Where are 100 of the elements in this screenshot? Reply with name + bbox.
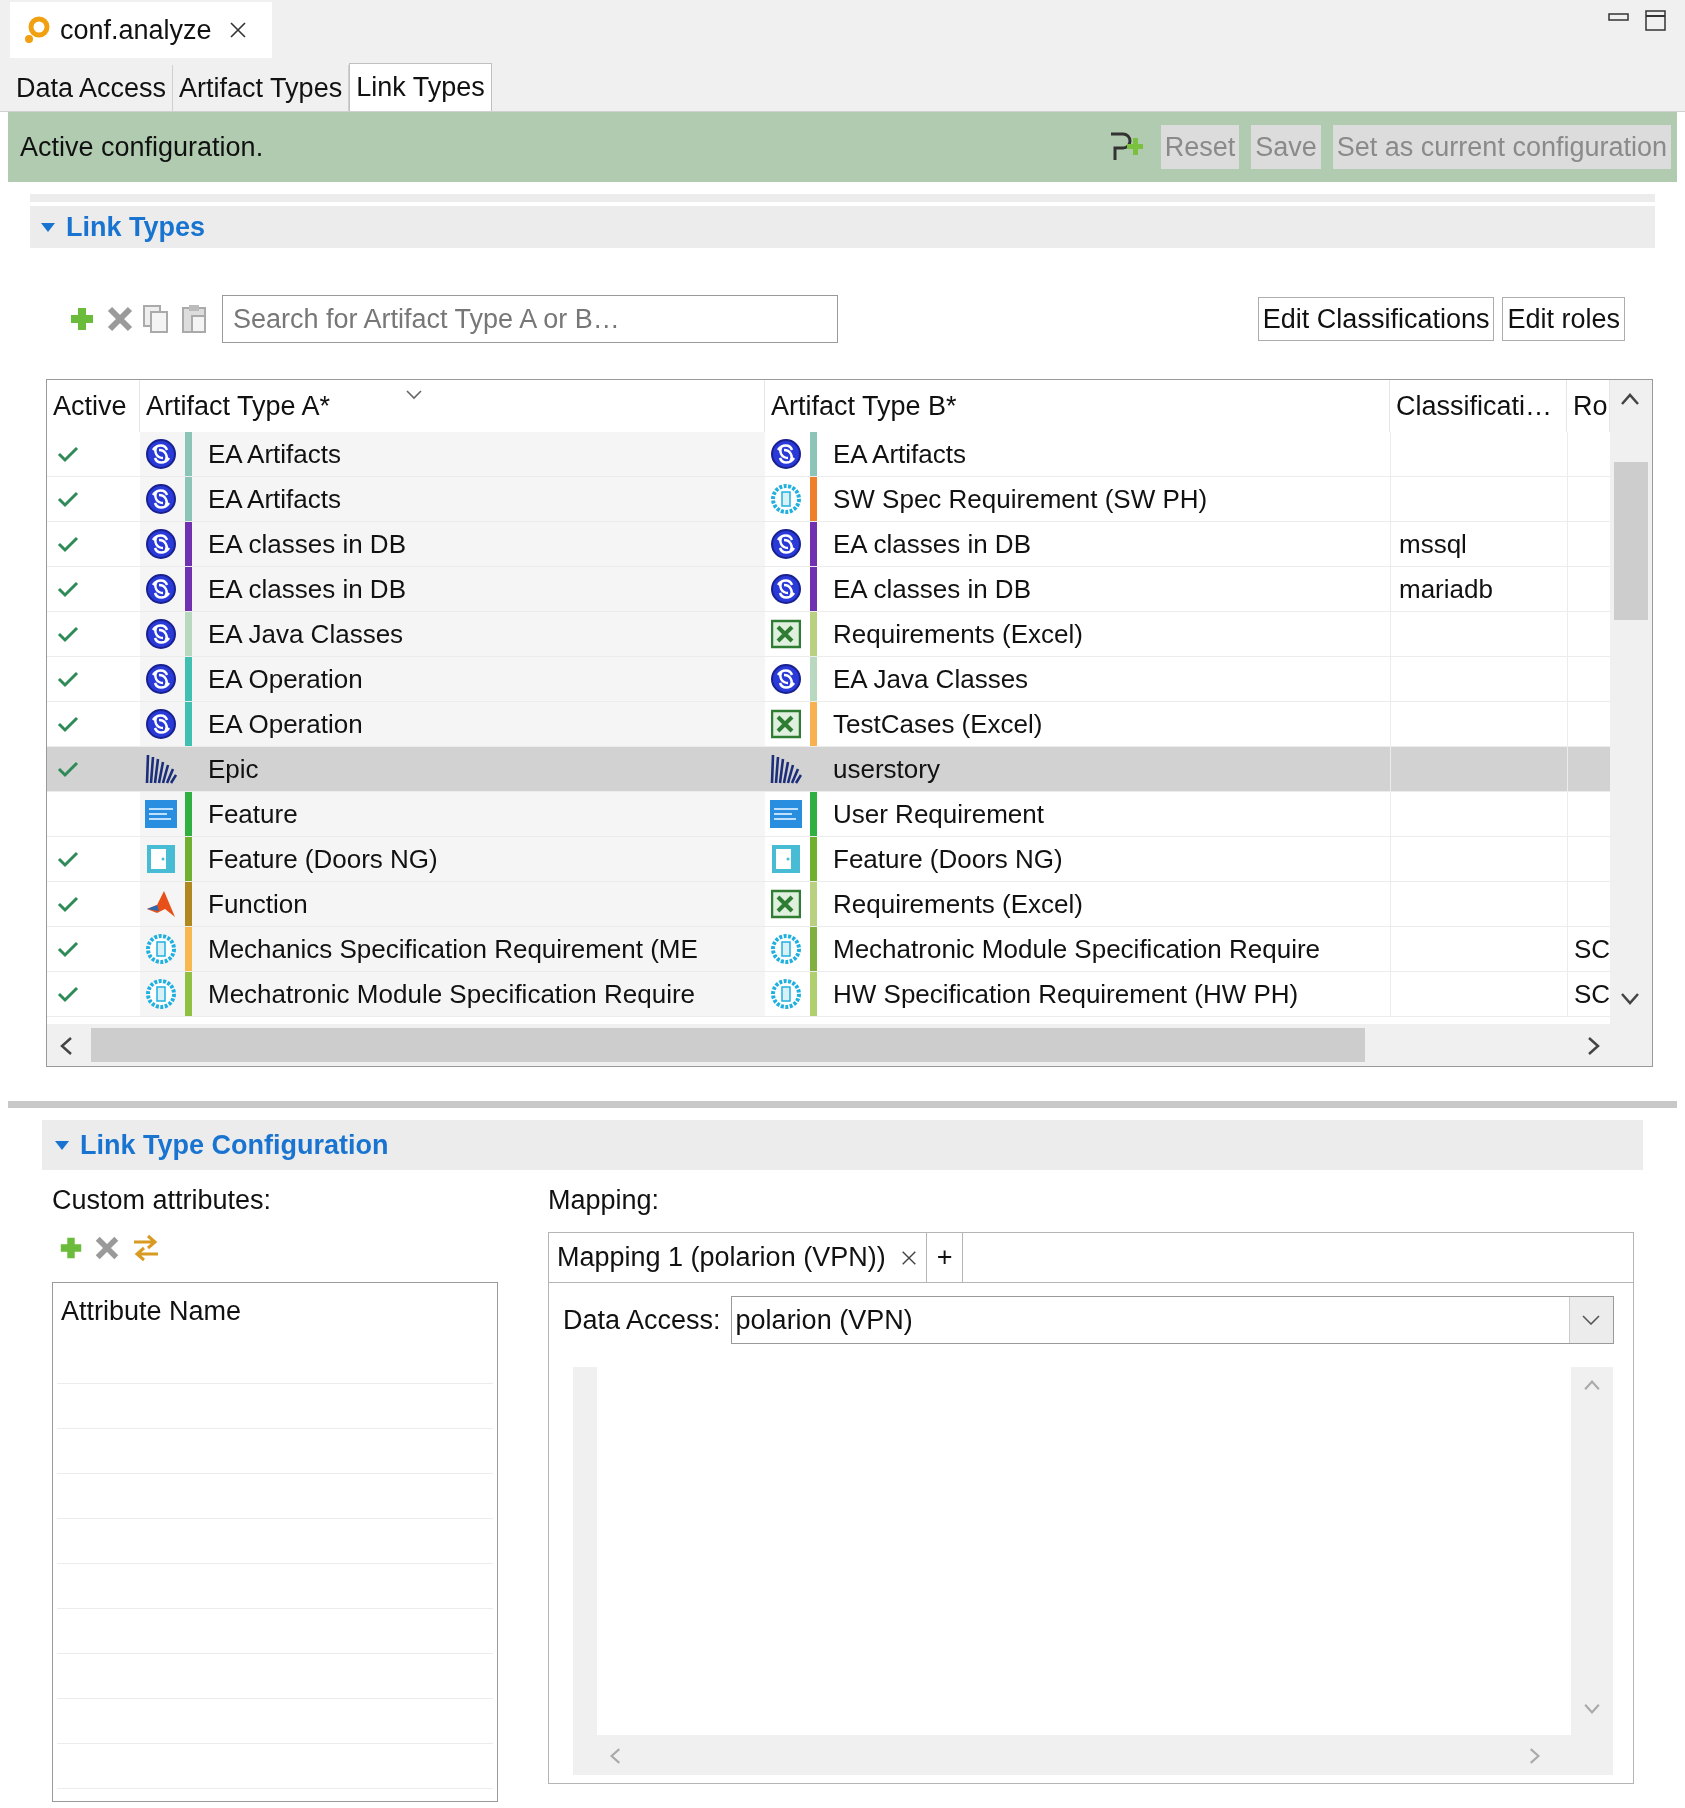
check-icon[interactable]	[57, 760, 79, 778]
check-icon[interactable]	[57, 580, 79, 598]
add-icon[interactable]	[68, 305, 96, 333]
copy-icon[interactable]	[142, 304, 170, 334]
collapse-icon[interactable]	[40, 221, 56, 233]
close-icon[interactable]	[227, 20, 248, 40]
table-row[interactable]: Feature (Doors NG) Feature (Doors NG)	[47, 837, 1610, 882]
table-cell-text: SC	[1574, 977, 1610, 1011]
active-column-header[interactable]: Active	[53, 385, 127, 427]
section-title: Link Types	[66, 210, 206, 244]
close-icon[interactable]	[899, 1248, 918, 1267]
type-a-column-header[interactable]: Artifact Type A*	[146, 385, 331, 427]
search-field[interactable]: Search for Artifact Type A or B…	[222, 295, 838, 343]
table-cell-text: EA Java Classes	[833, 662, 1029, 696]
swirl-icon	[145, 438, 177, 470]
collapse-icon[interactable]	[54, 1139, 70, 1151]
chevron-down-icon	[1582, 1315, 1601, 1325]
swirl-icon	[770, 438, 802, 470]
editor-tab[interactable]: conf.analyze	[10, 2, 272, 58]
scroll-thumb[interactable]	[1614, 462, 1648, 620]
table-cell-text: userstory	[833, 752, 940, 786]
scroll-up-icon[interactable]	[1620, 392, 1640, 406]
swirl-icon	[145, 663, 177, 695]
maximize-icon[interactable]	[1645, 10, 1667, 32]
role-column-header[interactable]: Ro	[1573, 385, 1608, 427]
table-row[interactable]: Feature User Requirement	[47, 792, 1610, 837]
scroll-right-icon[interactable]	[1587, 1036, 1601, 1056]
ring-icon	[145, 933, 177, 965]
check-icon[interactable]	[57, 985, 79, 1003]
editor-tab[interactable]: Data Access	[10, 65, 174, 111]
edit-classifications-button[interactable]: Edit Classifications	[1257, 297, 1495, 341]
table-cell-text: Mechatronic Module Specification Require	[208, 977, 696, 1011]
status-message: Active configuration.	[20, 130, 265, 164]
table-cell-text: mssql	[1399, 527, 1467, 561]
table-row[interactable]: Function Requirements (Excel)	[47, 882, 1610, 927]
table-cell-text: SC	[1574, 932, 1610, 966]
minimize-icon[interactable]	[1608, 12, 1630, 22]
table-row[interactable]: EA Artifacts SW Spec Requirement (SW PH)	[47, 477, 1610, 522]
spreadsheet-icon	[771, 889, 801, 919]
check-icon[interactable]	[57, 490, 79, 508]
table-row[interactable]: EA Java Classes Requirements (Excel)	[47, 612, 1610, 657]
edit-roles-button[interactable]: Edit roles	[1502, 297, 1625, 341]
data-access-dropdown[interactable]: polarion (VPN)	[730, 1296, 1614, 1344]
fan-icon	[770, 753, 802, 785]
table-cell-text: Mechatronic Module Specification Require	[833, 932, 1321, 966]
check-icon[interactable]	[57, 940, 79, 958]
door-icon	[146, 844, 176, 874]
table-row[interactable]: Mechatronic Module Specification Require HW Specification Requirement (HW PH) SC	[47, 972, 1610, 1017]
scroll-left-icon[interactable]	[59, 1036, 73, 1056]
vertical-scrollbar[interactable]	[1610, 380, 1652, 1024]
ring-icon	[770, 933, 802, 965]
add-tab-button[interactable]: +	[926, 1233, 964, 1282]
swirl-icon	[145, 528, 177, 560]
swirl-icon	[145, 708, 177, 740]
swirl-icon	[770, 573, 802, 605]
check-icon[interactable]	[57, 715, 79, 733]
editor-tab[interactable]: Link Types	[349, 63, 492, 111]
scroll-down-icon[interactable]	[1620, 992, 1640, 1006]
section-title: Link Type Configuration	[80, 1128, 389, 1162]
table-cell-text: mariadb	[1399, 572, 1493, 606]
check-icon[interactable]	[57, 535, 79, 553]
check-icon[interactable]	[57, 850, 79, 868]
peak-icon	[145, 889, 177, 919]
table-row[interactable]: EA Operation EA Java Classes	[47, 657, 1610, 702]
table-row[interactable]: EA Operation TestCases (Excel)	[47, 702, 1610, 747]
ring-icon	[145, 978, 177, 1010]
table-row[interactable]: Epic userstory	[47, 747, 1610, 792]
spreadsheet-icon	[771, 709, 801, 739]
check-icon[interactable]	[57, 670, 79, 688]
scroll-thumb[interactable]	[91, 1028, 1365, 1062]
horizontal-scrollbar[interactable]	[47, 1024, 1652, 1066]
table-cell-text: HW Specification Requirement (HW PH)	[833, 977, 1299, 1011]
document-lines-icon	[145, 800, 177, 828]
table-cell-text: Mechanics Specification Requirement (ME	[208, 932, 698, 966]
table-row[interactable]: Mechanics Specification Requirement (ME Mechatronic Module Specification Require SC	[47, 927, 1610, 972]
table-row[interactable]: EA Artifacts EA Artifacts	[47, 432, 1610, 477]
table-cell-text: Function	[208, 887, 308, 921]
check-icon[interactable]	[57, 625, 79, 643]
table-cell-text: EA Java Classes	[208, 617, 404, 651]
column-header: Attribute Name	[60, 1294, 243, 1328]
check-icon[interactable]	[57, 445, 79, 463]
add-icon[interactable]	[58, 1235, 84, 1261]
table-cell-text: User Requirement	[833, 797, 1044, 831]
table-cell-text: Requirements (Excel)	[833, 617, 1083, 651]
ring-icon	[22, 15, 52, 45]
paste-icon[interactable]	[180, 304, 208, 334]
delete-icon[interactable]	[94, 1235, 120, 1261]
classification-column-header[interactable]: Classificati…	[1396, 385, 1553, 427]
table-cell-text: Feature (Doors NG)	[208, 842, 438, 876]
table-row[interactable]: EA classes in DB EA classes in DB mariadb	[47, 567, 1610, 612]
type-b-column-header[interactable]: Artifact Type B*	[771, 385, 957, 427]
delete-icon[interactable]	[106, 305, 134, 333]
table-cell-text: EA Operation	[208, 707, 363, 741]
door-icon	[771, 844, 801, 874]
table-cell-text: Feature (Doors NG)	[833, 842, 1063, 876]
check-icon[interactable]	[57, 895, 79, 913]
swirl-icon	[770, 663, 802, 695]
table-row[interactable]: EA classes in DB EA classes in DB mssql	[47, 522, 1610, 567]
mapping-label: Mapping:	[548, 1184, 661, 1217]
data-access-label: Data Access:	[563, 1303, 721, 1337]
